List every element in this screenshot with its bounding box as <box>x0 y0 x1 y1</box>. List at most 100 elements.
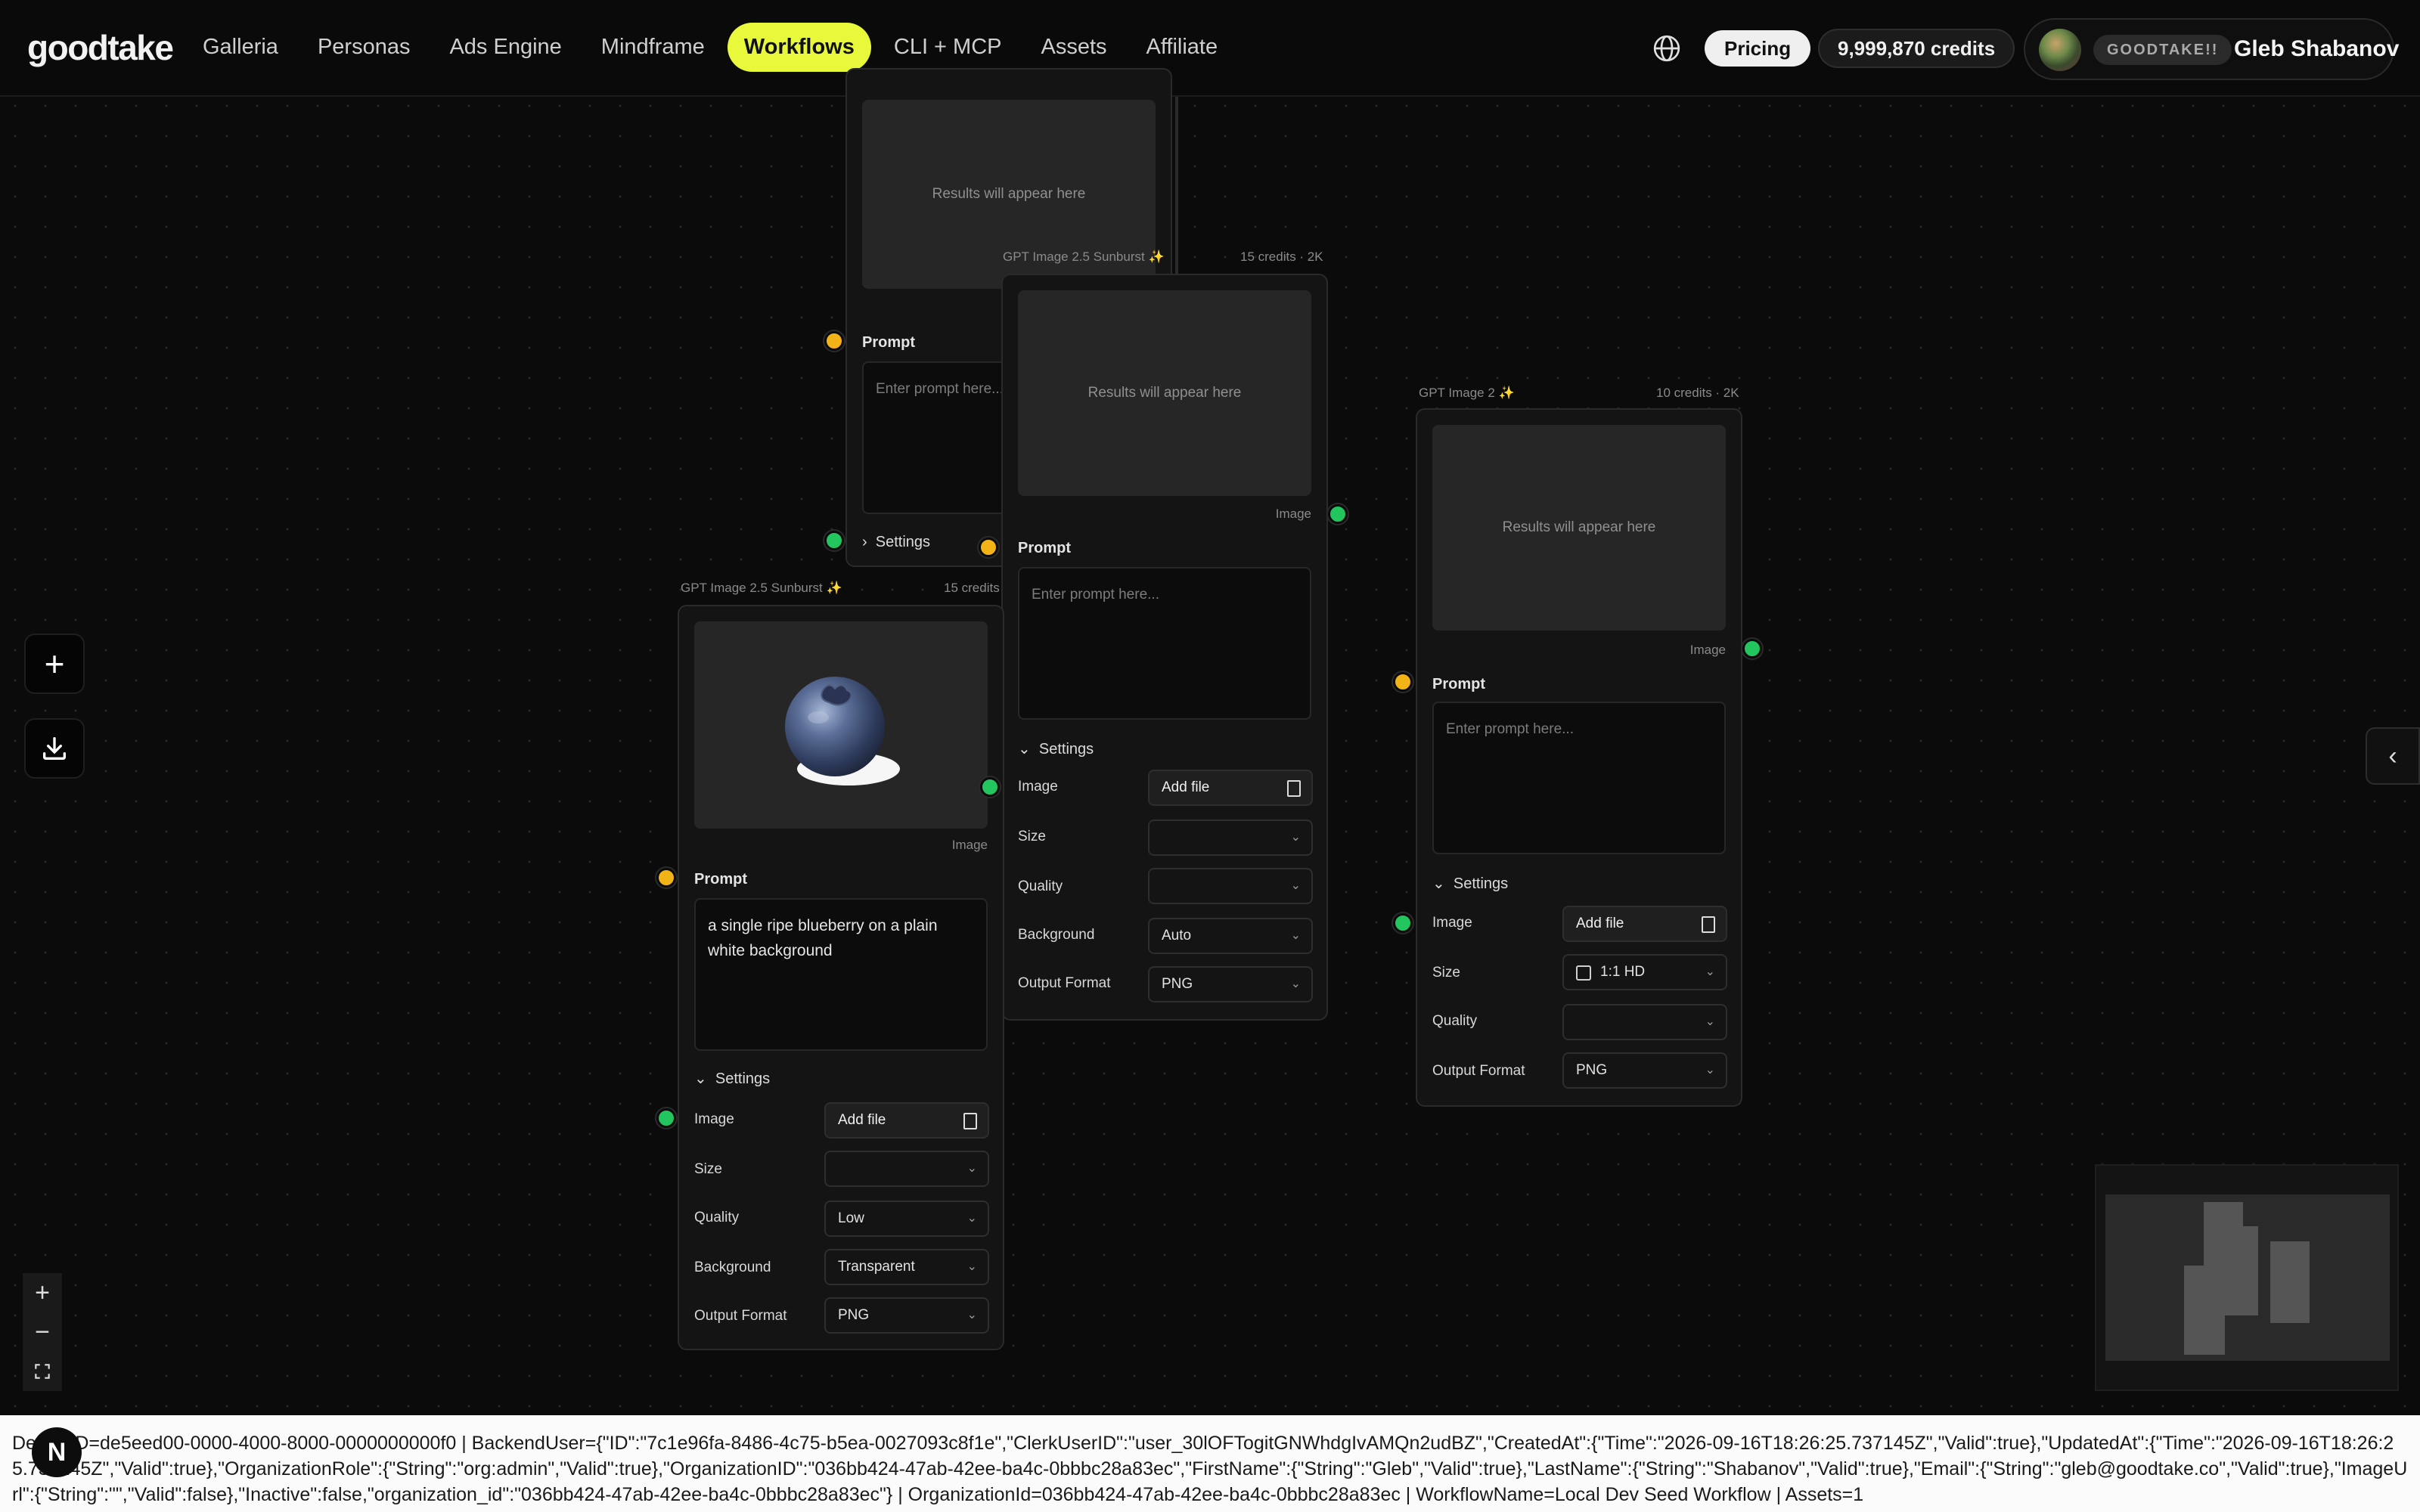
format-value: PNG <box>1162 976 1193 992</box>
quality-setting-label: Quality <box>1432 1013 1478 1029</box>
input-port-prompt[interactable] <box>979 538 998 557</box>
quality-value: Low <box>838 1210 864 1226</box>
image-setting-label: Image <box>1432 915 1472 931</box>
file-icon <box>1702 916 1715 933</box>
node-title: GPT Image 2.5 Sunburst ✨ <box>1003 249 1165 264</box>
chevron-down-icon: ⌄ <box>966 1260 977 1273</box>
settings-toggle[interactable]: ⌄ Settings <box>694 1069 770 1088</box>
prompt-input[interactable]: Enter prompt here... <box>1432 702 1726 854</box>
format-value: PNG <box>838 1307 870 1323</box>
chevron-right-icon: › <box>862 534 876 550</box>
output-port-image[interactable] <box>1742 639 1762 658</box>
side-panel-toggle[interactable]: ‹ <box>2366 727 2420 785</box>
add-file-label: Add file <box>838 1112 886 1128</box>
background-setting-label: Background <box>1018 927 1095 943</box>
top-navigation-bar: goodtake Galleria Personas Ads Engine Mi… <box>0 0 2420 97</box>
add-file-button[interactable]: Add file <box>1562 906 1727 942</box>
quality-setting-label: Quality <box>1018 878 1063 894</box>
zoom-in-button[interactable]: + <box>23 1273 62 1312</box>
chevron-down-icon: ⌄ <box>966 1309 977 1321</box>
node-meta: 10 credits · 2K <box>1656 386 1739 400</box>
globe-icon[interactable] <box>1652 33 1682 64</box>
results-placeholder: Results will appear here <box>1018 290 1311 496</box>
size-select[interactable]: ⌄ <box>824 1151 989 1187</box>
fit-view-button[interactable] <box>23 1352 62 1391</box>
chevron-down-icon: ⌄ <box>1290 929 1301 942</box>
download-button[interactable] <box>24 718 85 779</box>
size-select[interactable]: 1:1 HD ⌄ <box>1562 954 1727 990</box>
nav-workflows[interactable]: Workflows <box>727 23 871 72</box>
input-port-prompt[interactable] <box>824 331 844 351</box>
image-output-label: Image <box>1275 507 1311 521</box>
background-select[interactable]: Auto ⌄ <box>1148 918 1313 954</box>
nav-cli-mcp[interactable]: CLI + MCP <box>877 23 1019 72</box>
workflow-node-middle[interactable]: Results will appear here Image Prompt En… <box>1001 274 1328 1021</box>
settings-label: Settings <box>715 1070 771 1087</box>
settings-toggle[interactable]: ⌄ Settings <box>1432 874 1508 893</box>
next-dev-badge[interactable]: N <box>32 1427 82 1477</box>
aspect-square-icon <box>1576 965 1591 981</box>
node-title: GPT Image 2.5 Sunburst ✨ <box>681 581 842 595</box>
chevron-down-icon: ⌄ <box>1705 1015 1715 1028</box>
format-setting-label: Output Format <box>1432 1063 1525 1079</box>
input-port-prompt[interactable] <box>656 868 676 888</box>
fullscreen-icon <box>35 1364 50 1379</box>
image-setting-label: Image <box>694 1111 734 1127</box>
minimap[interactable] <box>2095 1164 2399 1391</box>
credits-badge[interactable]: 9,999,870 credits <box>1818 29 2015 68</box>
output-port-image[interactable] <box>980 777 1000 797</box>
add-file-label: Add file <box>1162 779 1210 795</box>
connector-line <box>1175 97 1178 286</box>
user-menu[interactable]: GOODTAKE!! Gleb Shabanov <box>2024 18 2399 80</box>
plus-icon: + <box>35 1278 50 1307</box>
avatar <box>2039 29 2081 71</box>
add-file-button[interactable]: Add file <box>1148 770 1313 806</box>
prompt-input[interactable]: Enter prompt here... <box>1018 567 1311 720</box>
settings-toggle[interactable]: › Settings <box>862 534 930 551</box>
prompt-label: Prompt <box>862 334 915 351</box>
size-select[interactable]: ⌄ <box>1148 820 1313 856</box>
node-meta: 15 credits · 2K <box>1240 249 1323 264</box>
prompt-input[interactable]: a single ripe blueberry on a plain white… <box>694 898 988 1051</box>
main-nav: Galleria Personas Ads Engine Mindframe W… <box>186 23 1234 72</box>
quality-select[interactable]: ⌄ <box>1562 1004 1727 1040</box>
background-select[interactable]: Transparent ⌄ <box>824 1249 989 1285</box>
pricing-button[interactable]: Pricing <box>1705 30 1811 67</box>
format-select[interactable]: PNG ⌄ <box>824 1297 989 1334</box>
plus-icon: + <box>44 644 65 683</box>
add-node-button[interactable]: + <box>24 634 85 694</box>
settings-label: Settings <box>875 534 931 550</box>
output-port-image[interactable] <box>1328 504 1348 524</box>
quality-select[interactable]: ⌄ <box>1148 868 1313 904</box>
input-port-prompt[interactable] <box>1393 672 1413 692</box>
quality-select[interactable]: Low ⌄ <box>824 1201 989 1237</box>
input-port-image[interactable] <box>1393 913 1413 933</box>
quality-setting-label: Quality <box>694 1210 740 1225</box>
brand-logo[interactable]: goodtake <box>27 27 174 68</box>
download-icon <box>43 737 67 760</box>
add-file-button[interactable]: Add file <box>824 1102 989 1139</box>
nav-galleria[interactable]: Galleria <box>186 23 295 72</box>
chevron-down-icon: ⌄ <box>1705 1064 1715 1077</box>
nav-affiliate[interactable]: Affiliate <box>1130 23 1235 72</box>
input-port-image[interactable] <box>656 1108 676 1128</box>
nav-personas[interactable]: Personas <box>301 23 427 72</box>
format-setting-label: Output Format <box>1018 975 1111 991</box>
input-port-image[interactable] <box>824 531 844 550</box>
minus-icon: − <box>35 1317 50 1346</box>
nav-assets[interactable]: Assets <box>1025 23 1124 72</box>
zoom-out-button[interactable]: − <box>23 1312 62 1352</box>
format-select[interactable]: PNG ⌄ <box>1562 1052 1727 1089</box>
format-value: PNG <box>1576 1062 1608 1078</box>
nav-ads-engine[interactable]: Ads Engine <box>433 23 578 72</box>
debug-info-bar: DeviceID=de5eed00-0000-4000-8000-0000000… <box>0 1415 2420 1512</box>
workflow-node-right[interactable]: Results will appear here Image Prompt En… <box>1416 408 1742 1107</box>
chevron-down-icon: ⌄ <box>1018 741 1039 758</box>
workflow-node-blueberry[interactable]: Image Prompt a single ripe blueberry on … <box>678 605 1004 1350</box>
nav-mindframe[interactable]: Mindframe <box>585 23 721 72</box>
settings-toggle[interactable]: ⌄ Settings <box>1018 739 1094 758</box>
prompt-label: Prompt <box>694 871 747 888</box>
generated-image[interactable] <box>694 621 988 829</box>
format-select[interactable]: PNG ⌄ <box>1148 966 1313 1002</box>
file-icon <box>1287 780 1301 797</box>
